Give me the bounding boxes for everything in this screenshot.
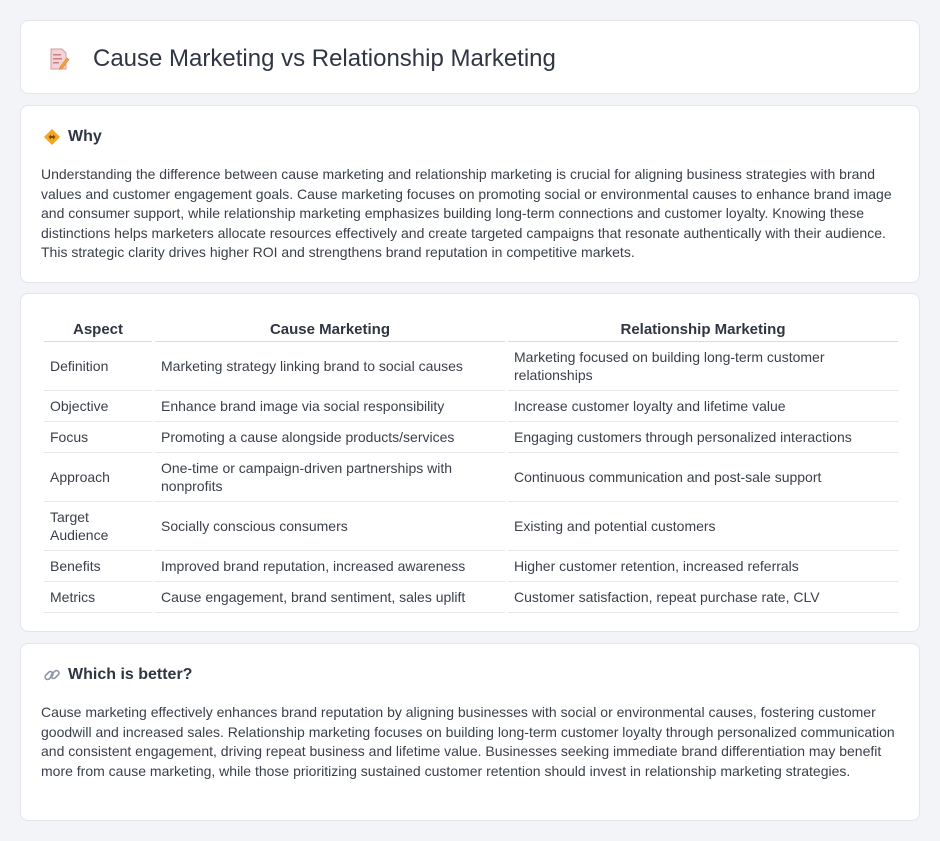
aspect-cell: Approach	[44, 453, 152, 502]
page-title: Cause Marketing vs Relationship Marketin…	[93, 45, 556, 72]
relationship-cell: Higher customer retention, increased ref…	[508, 551, 898, 582]
relationship-cell: Customer satisfaction, repeat purchase r…	[508, 582, 898, 613]
better-heading: Which is better?	[68, 666, 193, 683]
table-row: Metrics Cause engagement, brand sentimen…	[44, 582, 898, 613]
table-row: Benefits Improved brand reputation, incr…	[44, 551, 898, 582]
why-text: Understanding the difference between cau…	[41, 166, 892, 261]
relationship-cell: Continuous communication and post-sale s…	[508, 453, 898, 502]
better-heading-row: Which is better?	[43, 664, 192, 686]
cause-cell: Marketing strategy linking brand to soci…	[155, 342, 505, 391]
table-row: Focus Promoting a cause alongside produc…	[44, 422, 898, 453]
why-section: Why Understanding the difference between…	[20, 105, 920, 283]
column-header-aspect: Aspect	[44, 312, 152, 342]
link-icon	[44, 669, 60, 681]
table-row: Approach One-time or campaign-driven par…	[44, 453, 898, 502]
comparison-table-card: Aspect Cause Marketing Relationship Mark…	[20, 293, 920, 632]
aspect-cell: Focus	[44, 422, 152, 453]
aspect-cell: Metrics	[44, 582, 152, 613]
column-header-cause-marketing: Cause Marketing	[155, 312, 505, 342]
column-header-relationship-marketing: Relationship Marketing	[508, 312, 898, 342]
cause-cell: Enhance brand image via social responsib…	[155, 391, 505, 422]
table-row: Target Audience Socially conscious consu…	[44, 502, 898, 551]
aspect-cell: Definition	[44, 342, 152, 391]
aspect-cell: Benefits	[44, 551, 152, 582]
relationship-cell: Marketing focused on building long-term …	[508, 342, 898, 391]
relationship-cell: Existing and potential customers	[508, 502, 898, 551]
cause-cell: Cause engagement, brand sentiment, sales…	[155, 582, 505, 613]
table-row: Objective Enhance brand image via social…	[44, 391, 898, 422]
aspect-cell: Objective	[44, 391, 152, 422]
cause-cell: Socially conscious consumers	[155, 502, 505, 551]
diamond-arrows-icon	[44, 129, 60, 145]
comparison-table: Aspect Cause Marketing Relationship Mark…	[41, 312, 901, 613]
table-header-row: Aspect Cause Marketing Relationship Mark…	[44, 312, 898, 342]
table-row: Definition Marketing strategy linking br…	[44, 342, 898, 391]
header-card: Cause Marketing vs Relationship Marketin…	[20, 20, 920, 94]
why-heading-row: Why	[43, 126, 102, 148]
better-text: Cause marketing effectively enhances bra…	[41, 704, 895, 779]
aspect-cell: Target Audience	[44, 502, 152, 551]
document-pencil-icon	[50, 48, 70, 70]
cause-cell: Promoting a cause alongside products/ser…	[155, 422, 505, 453]
relationship-cell: Increase customer loyalty and lifetime v…	[508, 391, 898, 422]
cause-cell: One-time or campaign-driven partnerships…	[155, 453, 505, 502]
why-heading: Why	[68, 128, 102, 145]
relationship-cell: Engaging customers through personalized …	[508, 422, 898, 453]
which-is-better-section: Which is better? Cause marketing effecti…	[20, 643, 920, 821]
cause-cell: Improved brand reputation, increased awa…	[155, 551, 505, 582]
